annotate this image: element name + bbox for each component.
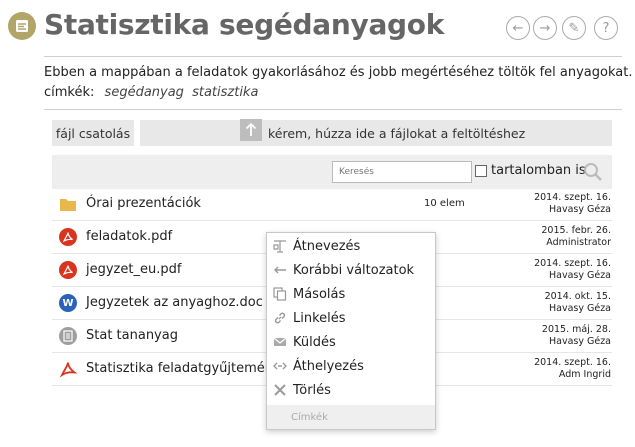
- file-name[interactable]: Jegyzetek az anyaghoz.doc: [86, 295, 263, 310]
- search-bar: tartalomban is: [52, 155, 612, 189]
- rename-icon: [273, 239, 287, 253]
- modified-date: 2014. szept. 16.: [534, 357, 611, 368]
- link-icon: [273, 311, 287, 325]
- menu-item-label: Áthelyezés: [293, 358, 364, 374]
- menu-item-delete[interactable]: Törlés: [267, 378, 435, 402]
- delete-icon: [273, 383, 287, 397]
- upload-arrow-icon: [240, 119, 262, 141]
- file-name[interactable]: Órai prezentációk: [86, 196, 201, 211]
- menu-item-label: Átnevezés: [293, 238, 361, 254]
- context-menu: Átnevezés Korábbi változatok Másolás Lin…: [266, 232, 436, 430]
- modified-date: 2014. okt. 15.: [544, 291, 611, 302]
- arrow-left-icon: ←: [512, 20, 524, 36]
- upload-dropzone[interactable]: kérem, húzza ide a fájlokat a feltöltésh…: [140, 119, 612, 146]
- tag-link[interactable]: segédanyag: [105, 85, 184, 100]
- copy-icon: [273, 287, 287, 301]
- modified-by: Havasy Géza: [548, 336, 611, 347]
- mail-icon: [273, 335, 287, 349]
- menu-item-tags: Címkék: [267, 405, 435, 429]
- edit-button[interactable]: ✎: [562, 16, 586, 40]
- search-in-content-label: tartalomban is: [491, 163, 586, 178]
- help-icon: ?: [602, 20, 610, 36]
- menu-item-send[interactable]: Küldés: [267, 330, 435, 354]
- arrow-right-icon: →: [539, 20, 551, 36]
- search-in-content-checkbox[interactable]: [475, 165, 487, 177]
- pencil-icon: ✎: [568, 20, 580, 36]
- back-button[interactable]: ←: [506, 16, 530, 40]
- pdf-icon: [59, 261, 77, 279]
- attach-file-button[interactable]: fájl csatolás: [52, 120, 134, 146]
- tags-label: címkék:: [44, 85, 95, 100]
- menu-item-label: Küldés: [293, 334, 336, 350]
- menu-item-label: Másolás: [293, 286, 346, 302]
- help-button[interactable]: ?: [594, 16, 618, 40]
- menu-item-history[interactable]: Korábbi változatok: [267, 258, 435, 282]
- file-name[interactable]: Stat tananyag: [86, 328, 178, 343]
- tag-line: címkék: segédanyag statisztika: [44, 85, 258, 100]
- pdf-icon: [59, 228, 77, 246]
- search-icon[interactable]: [583, 162, 603, 186]
- menu-item-label: Linkelés: [293, 310, 346, 326]
- modified-by: Havasy Géza: [548, 204, 611, 215]
- page-title: Statisztika segédanyagok: [44, 8, 445, 41]
- menu-item-copy[interactable]: Másolás: [267, 282, 435, 306]
- modified-date: 2015. febr. 26.: [541, 225, 611, 236]
- modified-by: Havasy Géza: [548, 270, 611, 281]
- folder-description: Ebben a mappában a feladatok gyakorlásáh…: [44, 65, 633, 80]
- menu-item-move[interactable]: Áthelyezés: [267, 354, 435, 378]
- menu-item-link[interactable]: Linkelés: [267, 306, 435, 330]
- history-icon: [273, 263, 287, 277]
- document-icon: [59, 327, 77, 345]
- folder-app-icon: [8, 12, 36, 40]
- menu-item-label: Törlés: [293, 382, 331, 398]
- menu-item-label: Korábbi változatok: [293, 262, 415, 278]
- word-icon: W: [59, 294, 77, 312]
- dropzone-label: kérem, húzza ide a fájlokat a feltöltésh…: [268, 125, 526, 141]
- menu-item-label: Címkék: [291, 411, 328, 423]
- list-item[interactable]: Órai prezentációk 10 elem 2014. szept. 1…: [52, 188, 612, 221]
- page-header: Statisztika segédanyagok ← → ✎ ?: [0, 0, 635, 56]
- pdf-icon: [59, 360, 78, 378]
- tag-link[interactable]: statisztika: [192, 85, 258, 100]
- file-name[interactable]: Statisztika feladatgyűjtemény.: [86, 361, 283, 376]
- forward-button[interactable]: →: [533, 16, 557, 40]
- file-name[interactable]: jegyzet_eu.pdf: [86, 262, 181, 277]
- divider: [44, 56, 622, 57]
- modified-date: 2015. máj. 28.: [541, 324, 611, 335]
- divider: [44, 109, 622, 110]
- modified-by: Adm Ingrid: [558, 369, 611, 380]
- modified-by: Administrator: [546, 237, 611, 248]
- menu-item-rename[interactable]: Átnevezés: [267, 234, 435, 258]
- modified-date: 2014. szept. 16.: [534, 192, 611, 203]
- search-input[interactable]: [332, 161, 472, 183]
- modified-by: Havasy Géza: [548, 303, 611, 314]
- modified-date: 2014. szept. 16.: [534, 258, 611, 269]
- move-icon: [273, 359, 287, 373]
- file-name[interactable]: feladatok.pdf: [86, 229, 172, 244]
- folder-icon: [59, 195, 77, 213]
- item-count: 10 elem: [424, 198, 465, 209]
